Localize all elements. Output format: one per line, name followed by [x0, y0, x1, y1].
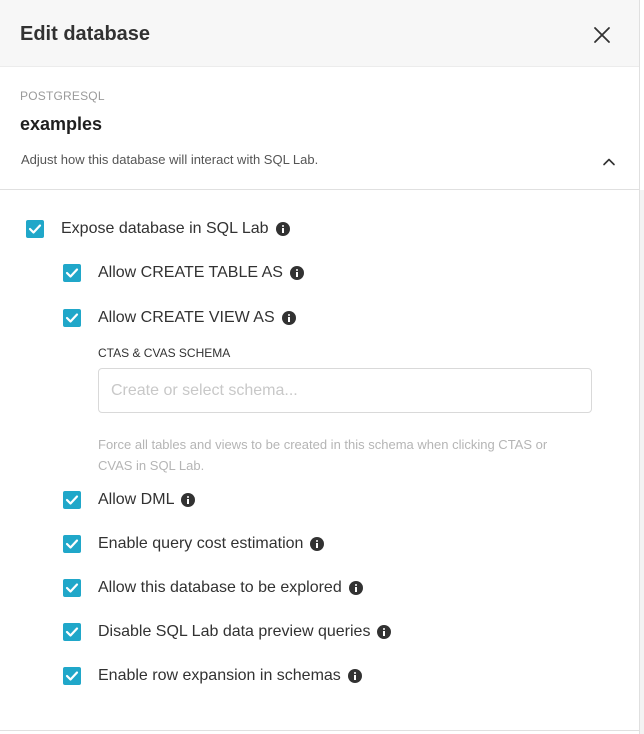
enable-row-expansion-checkbox[interactable] — [63, 667, 81, 685]
info-icon[interactable] — [275, 222, 290, 236]
ctas-schema-label: CTAS & CVAS SCHEMA — [98, 346, 231, 360]
enable-query-cost-estimation-option[interactable]: Enable query cost estimation — [63, 535, 325, 553]
allow-create-table-as-label: Allow CREATE TABLE AS — [98, 264, 283, 281]
sql-lab-section-header[interactable]: Adjust how this database will interact w… — [0, 147, 639, 190]
disable-data-preview-label: Disable SQL Lab data preview queries — [98, 623, 371, 640]
allow-explore-option[interactable]: Allow this database to be explored — [63, 579, 363, 597]
database-type: POSTGRESQL — [20, 89, 105, 103]
edit-database-modal: Edit database POSTGRESQL examples Adjust… — [0, 0, 640, 734]
database-name: examples — [20, 114, 103, 134]
expose-in-sql-lab-checkbox[interactable] — [26, 220, 44, 238]
disable-data-preview-option[interactable]: Disable SQL Lab data preview queries — [63, 623, 392, 641]
database-info: POSTGRESQL examples — [0, 67, 639, 147]
expose-in-sql-lab-option[interactable]: Expose database in SQL Lab — [26, 220, 290, 238]
divider — [0, 730, 640, 731]
modal-title: Edit database — [20, 23, 151, 45]
enable-row-expansion-option[interactable]: Enable row expansion in schemas — [63, 667, 362, 685]
section-description: Adjust how this database will interact w… — [21, 152, 319, 167]
close-icon[interactable] — [590, 23, 614, 47]
expose-in-sql-lab-label: Expose database in SQL Lab — [61, 220, 269, 237]
chevron-up-icon[interactable] — [601, 154, 617, 170]
enable-row-expansion-label: Enable row expansion in schemas — [98, 667, 341, 684]
allow-dml-label: Allow DML — [98, 491, 175, 508]
allow-create-table-as-checkbox[interactable] — [63, 264, 81, 282]
allow-dml-checkbox[interactable] — [63, 491, 81, 509]
info-icon[interactable] — [310, 537, 325, 551]
allow-dml-option[interactable]: Allow DML — [63, 491, 196, 509]
info-icon[interactable] — [289, 266, 304, 280]
ctas-schema-input[interactable] — [98, 368, 592, 413]
allow-explore-label: Allow this database to be explored — [98, 579, 342, 596]
enable-query-cost-estimation-checkbox[interactable] — [63, 535, 81, 553]
info-icon[interactable] — [377, 625, 392, 639]
allow-create-table-as-option[interactable]: Allow CREATE TABLE AS — [63, 264, 304, 282]
enable-query-cost-estimation-label: Enable query cost estimation — [98, 535, 304, 552]
info-icon[interactable] — [348, 581, 363, 595]
info-icon[interactable] — [347, 669, 362, 683]
modal-header: Edit database — [0, 0, 639, 67]
disable-data-preview-checkbox[interactable] — [63, 623, 81, 641]
info-icon[interactable] — [181, 493, 196, 507]
allow-create-view-as-checkbox[interactable] — [63, 309, 81, 327]
allow-create-view-as-label: Allow CREATE VIEW AS — [98, 309, 275, 326]
ctas-schema-help-text: Force all tables and views to be created… — [98, 437, 548, 473]
scrollbar[interactable] — [640, 190, 644, 734]
allow-create-view-as-option[interactable]: Allow CREATE VIEW AS — [63, 309, 296, 327]
info-icon[interactable] — [281, 311, 296, 325]
allow-explore-checkbox[interactable] — [63, 579, 81, 597]
